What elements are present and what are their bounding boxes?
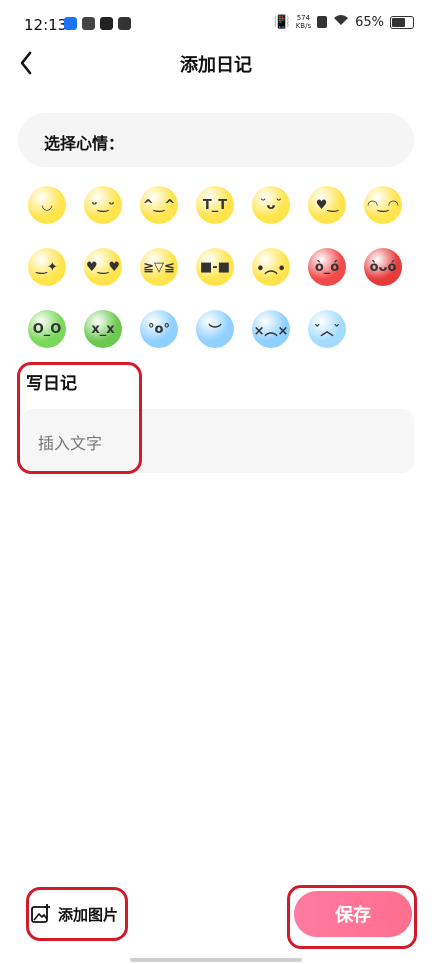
status-time: 12:13 [24, 16, 68, 34]
emoji-face: ◡ [42, 197, 52, 213]
header: 添加日记 [0, 44, 432, 84]
halo-emoji-icon[interactable]: ◠‿◠ [364, 186, 402, 224]
home-indicator[interactable] [130, 958, 302, 962]
emoji-face: ᵕ‿ᵕ [91, 197, 115, 213]
angry-red-emoji-icon[interactable]: ò_ó [308, 248, 346, 286]
emoji-face: T_T [202, 197, 228, 213]
emoji-face: ■-■ [200, 259, 230, 275]
mood-label: 选择心情： [44, 134, 125, 153]
emoji-face: ˇ︿ˇ [313, 323, 340, 339]
battery-icon [390, 15, 414, 29]
emoji-face: òᴗó [369, 259, 397, 275]
sunglasses-emoji-icon[interactable]: ■-■ [196, 248, 234, 286]
emoji-face: ˘ᴗ˘ [260, 197, 282, 213]
emoji-face: ♥‿ [315, 197, 339, 213]
grin-emoji-icon[interactable]: ᵕ‿ᵕ [84, 186, 122, 224]
emoji-face: °o° [148, 321, 170, 337]
save-button[interactable]: 保存 [294, 891, 412, 937]
emoji-face: ^‿^ [142, 197, 176, 213]
emoji-face: ò_ó [314, 259, 340, 275]
add-image-button[interactable]: 添加图片 [30, 896, 118, 932]
emoji-face: ◠‿◠ [367, 197, 399, 213]
sim-off-icon [317, 16, 328, 28]
crying-emoji-icon[interactable]: T_T [196, 186, 234, 224]
net-speed-unit: KB/s [295, 22, 312, 30]
page-title: 添加日记 [180, 55, 252, 76]
diary-text-input[interactable]: 插入文字 [22, 409, 414, 473]
diary-placeholder: 插入文字 [38, 434, 103, 453]
status-right: 📳 574 KB/s 65% [273, 14, 414, 30]
alipay-notification-icon [64, 17, 77, 30]
mail-notification-icon [118, 17, 131, 30]
sick-green-emoji-icon[interactable]: x_x [84, 310, 122, 348]
upset-blue-emoji-icon[interactable]: ×︵× [252, 310, 290, 348]
mood-selector: 选择心情： [18, 113, 414, 167]
add-image-icon [31, 904, 50, 923]
vibrate-icon: 📳 [273, 14, 290, 30]
emoji-face: •︵• [256, 261, 286, 277]
emoji-face: ♥‿♥ [85, 259, 121, 275]
laugh-tears-emoji-icon[interactable]: ≧▽≦ [140, 248, 178, 286]
shocked-green-emoji-icon[interactable]: O_O [28, 310, 66, 348]
emoji-face: ×︵× [253, 323, 289, 339]
emoji-face: x_x [91, 321, 115, 337]
cold-blue-emoji-icon[interactable]: ˇ︿ˇ [308, 310, 346, 348]
devil-emoji-icon[interactable]: òᴗó [364, 248, 402, 286]
tongue-emoji-icon[interactable]: ˘ᴗ˘ [252, 186, 290, 224]
worried-emoji-icon[interactable]: •︵• [252, 248, 290, 286]
emoji-face: ≧▽≦ [143, 259, 175, 275]
net-speed-value: 574 [296, 14, 311, 22]
scared-blue-emoji-icon[interactable]: °o° [140, 310, 178, 348]
battery-percent: 65% [355, 14, 384, 30]
notification-icons [64, 17, 131, 30]
heart-wink-emoji-icon[interactable]: ♥‿ [308, 186, 346, 224]
sad-blue-emoji-icon[interactable]: ︶ [196, 310, 234, 348]
heart-eyes-emoji-icon[interactable]: ♥‿♥ [84, 248, 122, 286]
emoji-face: O_O [32, 321, 62, 337]
app-notification-icon [82, 17, 95, 30]
net-speed: 574 KB/s [296, 14, 311, 30]
smile-emoji-icon[interactable]: ◡ [28, 186, 66, 224]
sparkle-emoji-icon[interactable]: ‿✦ [28, 248, 66, 286]
write-diary-title: 写日记 [26, 374, 77, 394]
emoji-face: ‿✦ [36, 259, 58, 275]
play-notification-icon [100, 17, 113, 30]
emoji-face: ︶ [208, 323, 222, 339]
blush-emoji-icon[interactable]: ^‿^ [140, 186, 178, 224]
add-image-label: 添加图片 [58, 905, 119, 924]
wifi-icon [333, 14, 349, 30]
